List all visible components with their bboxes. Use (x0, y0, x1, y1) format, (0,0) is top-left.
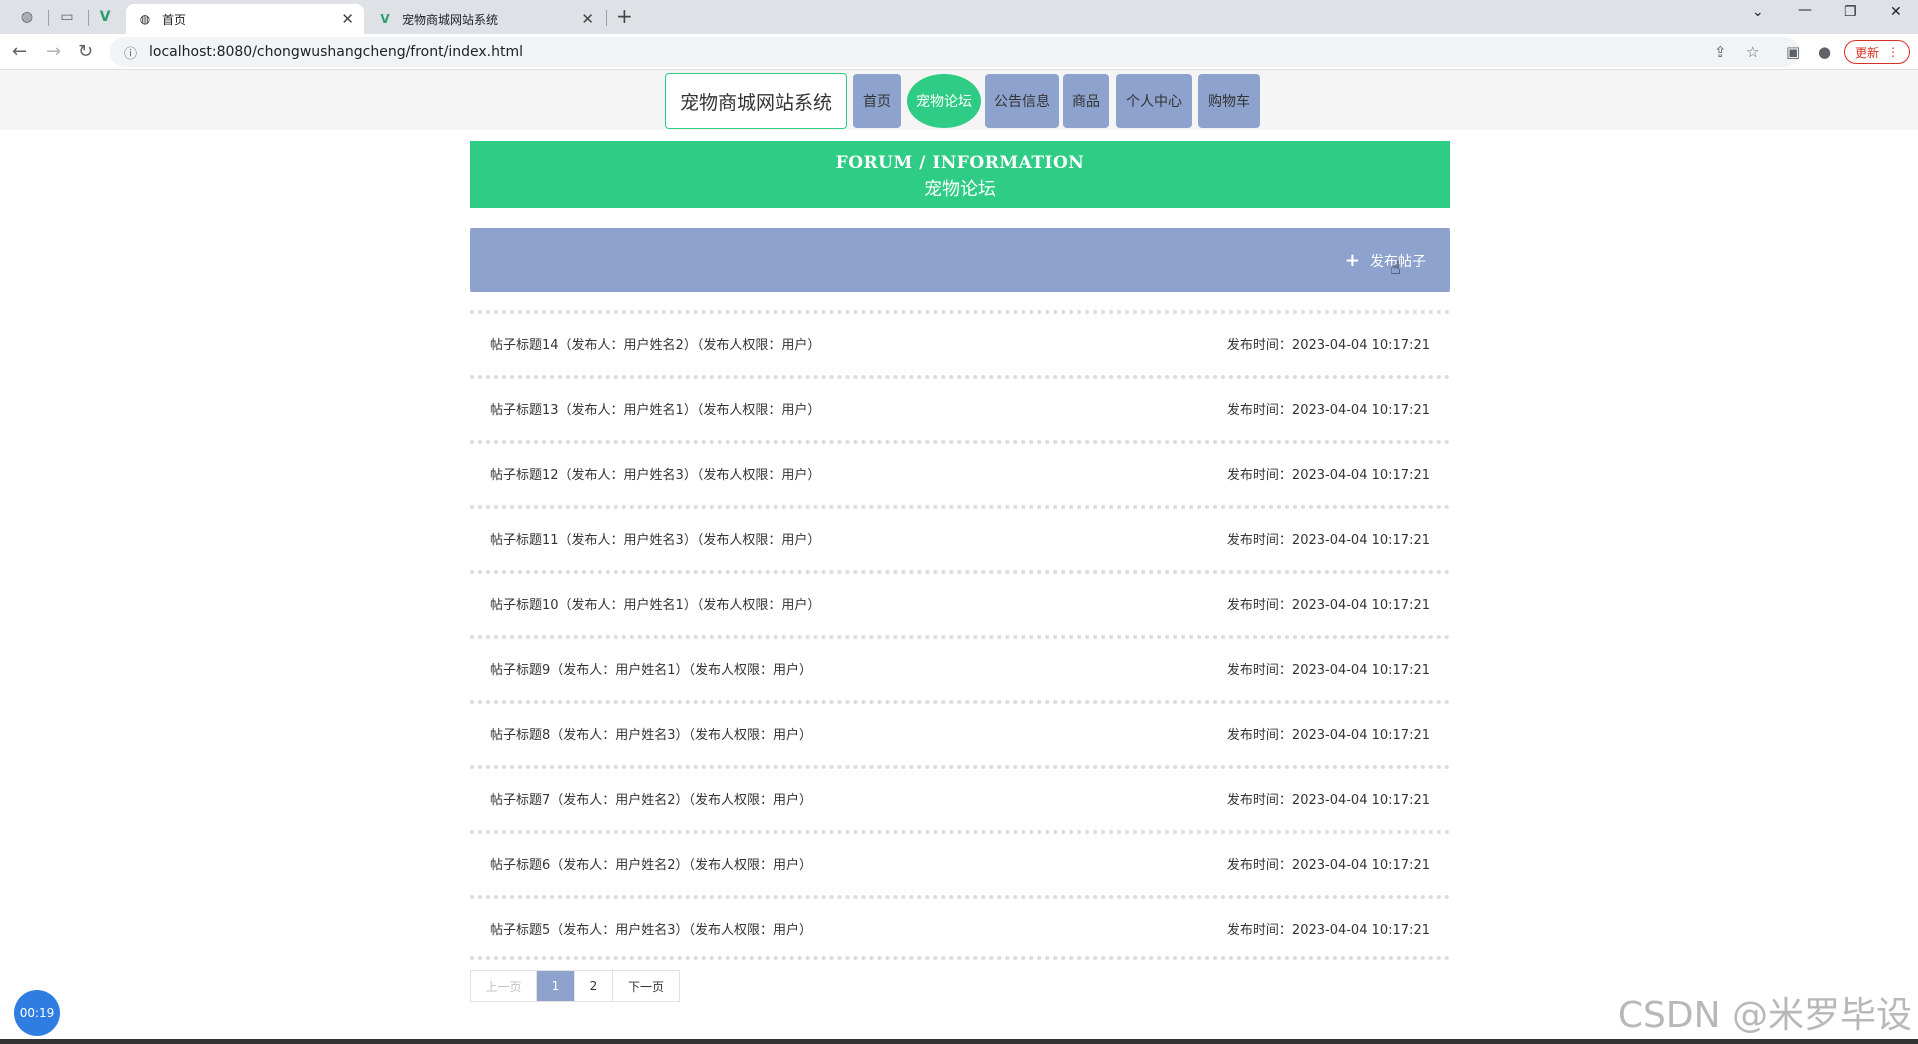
post-title[interactable]: 帖子标题11（发布人：用户姓名3）（发布人权限：用户） (490, 529, 820, 548)
list-item[interactable]: 帖子标题11（发布人：用户姓名3）（发布人权限：用户） 发布时间：2023-04… (470, 505, 1450, 570)
list-item[interactable]: 帖子标题14（发布人：用户姓名2）（发布人权限：用户） 发布时间：2023-04… (470, 310, 1450, 375)
list-item[interactable]: 帖子标题12（发布人：用户姓名3）（发布人权限：用户） 发布时间：2023-04… (470, 440, 1450, 505)
post-title[interactable]: 帖子标题8（发布人：用户姓名3）（发布人权限：用户） (490, 724, 812, 743)
restore-icon[interactable]: ❐ (1844, 4, 1857, 20)
close-tab-icon[interactable]: ✕ (341, 10, 354, 28)
minimize-icon[interactable]: — (1798, 2, 1812, 18)
window-close-icon[interactable]: ✕ (1890, 4, 1902, 20)
forward-arrow-icon[interactable]: → (46, 41, 61, 62)
pagination: 上一页 1 2 下一页 (470, 970, 680, 1002)
globe-icon: ◍ (139, 12, 151, 26)
post-time: 发布时间：2023-04-04 10:17:21 (1226, 338, 1430, 353)
post-title[interactable]: 帖子标题14（发布人：用户姓名2）（发布人权限：用户） (490, 334, 820, 353)
list-item[interactable]: 帖子标题6（发布人：用户姓名2）（发布人权限：用户） 发布时间：2023-04-… (470, 830, 1450, 895)
site-brand[interactable]: 宠物商城网站系统 (665, 73, 847, 129)
post-title[interactable]: 帖子标题12（发布人：用户姓名3）（发布人权限：用户） (490, 464, 820, 483)
publish-post-button[interactable]: + 发布帖子 (1345, 250, 1426, 271)
post-time: 发布时间：2023-04-04 10:17:21 (1226, 468, 1430, 483)
post-list: 帖子标题14（发布人：用户姓名2）（发布人权限：用户） 发布时间：2023-04… (470, 310, 1450, 960)
post-time: 发布时间：2023-04-04 10:17:21 (1226, 923, 1430, 938)
side-panel-icon[interactable]: ▣ (1786, 43, 1800, 61)
site-top-nav: 宠物商城网站系统 首页 宠物论坛 公告信息 商品 个人中心 购物车 (0, 70, 1918, 130)
vue-icon: V (380, 12, 390, 26)
banner-chinese-title: 宠物论坛 (924, 179, 996, 200)
list-item[interactable]: 帖子标题8（发布人：用户姓名3）（发布人权限：用户） 发布时间：2023-04-… (470, 700, 1450, 765)
tab-separator (48, 10, 49, 26)
post-time: 发布时间：2023-04-04 10:17:21 (1226, 728, 1430, 743)
banner-english-title: FORUM / INFORMATION (835, 153, 1085, 173)
post-time: 发布时间：2023-04-04 10:17:21 (1226, 858, 1430, 873)
nav-forum[interactable]: 宠物论坛 (907, 74, 981, 128)
hand-cursor-icon: ☝ (1390, 258, 1401, 279)
site-info-icon[interactable]: ⓘ (124, 43, 137, 62)
post-title[interactable]: 帖子标题5（发布人：用户姓名3）（发布人权限：用户） (490, 919, 812, 938)
update-label: 更新 (1854, 45, 1879, 60)
pinned-tab-globe-icon[interactable]: ◍ (12, 6, 42, 28)
watermark: CSDN @米罗毕设 (1617, 995, 1912, 1036)
post-title[interactable]: 帖子标题9（发布人：用户姓名1）（发布人权限：用户） (490, 659, 812, 678)
browser-tab-strip: ◍ ▭ V ◍ 首页 ✕ V 宠物商城网站系统 ✕ + ⌄ — ❐ ✕ (0, 0, 1918, 34)
recording-timer-badge: 00:19 (14, 990, 60, 1036)
more-menu-icon: ⋮ (1887, 45, 1899, 59)
nav-announcements[interactable]: 公告信息 (985, 74, 1059, 128)
post-time: 发布时间：2023-04-04 10:17:21 (1226, 533, 1430, 548)
share-icon[interactable]: ⇪ (1714, 43, 1727, 61)
nav-personal-center[interactable]: 个人中心 (1116, 74, 1192, 128)
tab-home[interactable]: ◍ 首页 ✕ (126, 4, 364, 34)
next-page-button[interactable]: 下一页 (613, 971, 679, 1001)
list-item[interactable]: 帖子标题5（发布人：用户姓名3）（发布人权限：用户） 发布时间：2023-04-… (470, 895, 1450, 960)
post-title[interactable]: 帖子标题7（发布人：用户姓名2）（发布人权限：用户） (490, 789, 812, 808)
nav-cart[interactable]: 购物车 (1198, 74, 1260, 128)
browser-toolbar: ← → ↻ ⓘ localhost:8080/chongwushangcheng… (0, 34, 1918, 70)
bookmark-star-icon[interactable]: ☆ (1746, 43, 1759, 61)
post-title[interactable]: 帖子标题10（发布人：用户姓名1）（发布人权限：用户） (490, 594, 820, 613)
reload-icon[interactable]: ↻ (78, 41, 93, 62)
tab-separator (88, 10, 89, 26)
plus-icon: + (1344, 250, 1360, 271)
tab-separator (606, 10, 607, 26)
post-time: 发布时间：2023-04-04 10:17:21 (1226, 598, 1430, 613)
web-page: 宠物商城网站系统 首页 宠物论坛 公告信息 商品 个人中心 购物车 FORUM … (0, 70, 1918, 1044)
page-1-button[interactable]: 1 (537, 971, 575, 1001)
tab-label: 首页 (162, 12, 187, 27)
nav-home[interactable]: 首页 (853, 74, 901, 128)
prev-page-button[interactable]: 上一页 (471, 971, 537, 1001)
close-tab-icon[interactable]: ✕ (581, 10, 594, 28)
address-bar[interactable]: ⓘ localhost:8080/chongwushangcheng/front… (110, 37, 1800, 67)
pinned-tab-vue-icon[interactable]: V (90, 6, 120, 28)
tab-search-chevron-icon[interactable]: ⌄ (1752, 4, 1764, 20)
post-title[interactable]: 帖子标题6（发布人：用户姓名2）（发布人权限：用户） (490, 854, 812, 873)
profile-avatar-icon[interactable]: ● (1818, 43, 1831, 61)
post-time: 发布时间：2023-04-04 10:17:21 (1226, 663, 1430, 678)
section-banner: FORUM / INFORMATION 宠物论坛 (470, 141, 1450, 208)
page-2-button[interactable]: 2 (575, 971, 613, 1001)
post-time: 发布时间：2023-04-04 10:17:21 (1226, 793, 1430, 808)
list-item[interactable]: 帖子标题13（发布人：用户姓名1）（发布人权限：用户） 发布时间：2023-04… (470, 375, 1450, 440)
list-item[interactable]: 帖子标题9（发布人：用户姓名1）（发布人权限：用户） 发布时间：2023-04-… (470, 635, 1450, 700)
list-item[interactable]: 帖子标题7（发布人：用户姓名2）（发布人权限：用户） 发布时间：2023-04-… (470, 765, 1450, 830)
url-text: localhost:8080/chongwushangcheng/front/i… (149, 44, 523, 60)
back-arrow-icon[interactable]: ← (12, 41, 27, 62)
new-tab-plus-icon[interactable]: + (616, 4, 633, 28)
post-title[interactable]: 帖子标题13（发布人：用户姓名1）（发布人权限：用户） (490, 399, 820, 418)
tab-pet-mall[interactable]: V 宠物商城网站系统 ✕ (366, 4, 604, 34)
nav-products[interactable]: 商品 (1063, 74, 1109, 128)
tab-label: 宠物商城网站系统 (402, 12, 499, 27)
list-item[interactable]: 帖子标题10（发布人：用户姓名1）（发布人权限：用户） 发布时间：2023-04… (470, 570, 1450, 635)
forum-action-bar: + 发布帖子 (470, 228, 1450, 292)
post-time: 发布时间：2023-04-04 10:17:21 (1226, 403, 1430, 418)
pinned-tab-blank-icon[interactable]: ▭ (52, 6, 82, 28)
update-button[interactable]: 更新 ⋮ (1844, 40, 1910, 64)
taskbar-edge (0, 1039, 1918, 1044)
